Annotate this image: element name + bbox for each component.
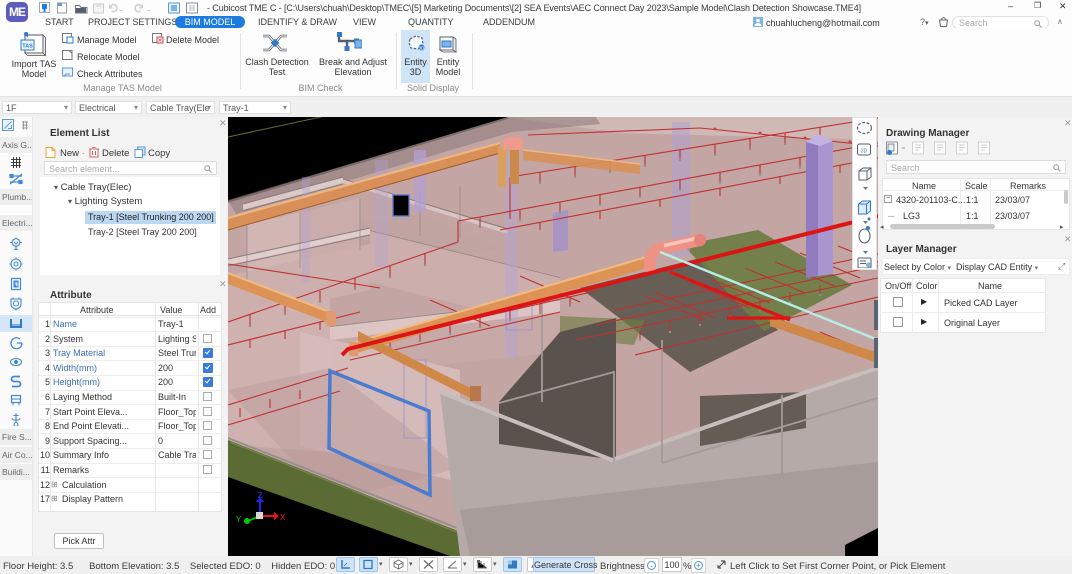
svg-text:Z: Z [258,491,263,500]
svg-text:X: X [280,513,286,522]
svg-text:3D: 3D [861,149,868,155]
svg-text:TAS: TAS [22,44,33,50]
svg-text:3D: 3D [419,46,426,51]
svg-text:Y: Y [236,515,242,524]
